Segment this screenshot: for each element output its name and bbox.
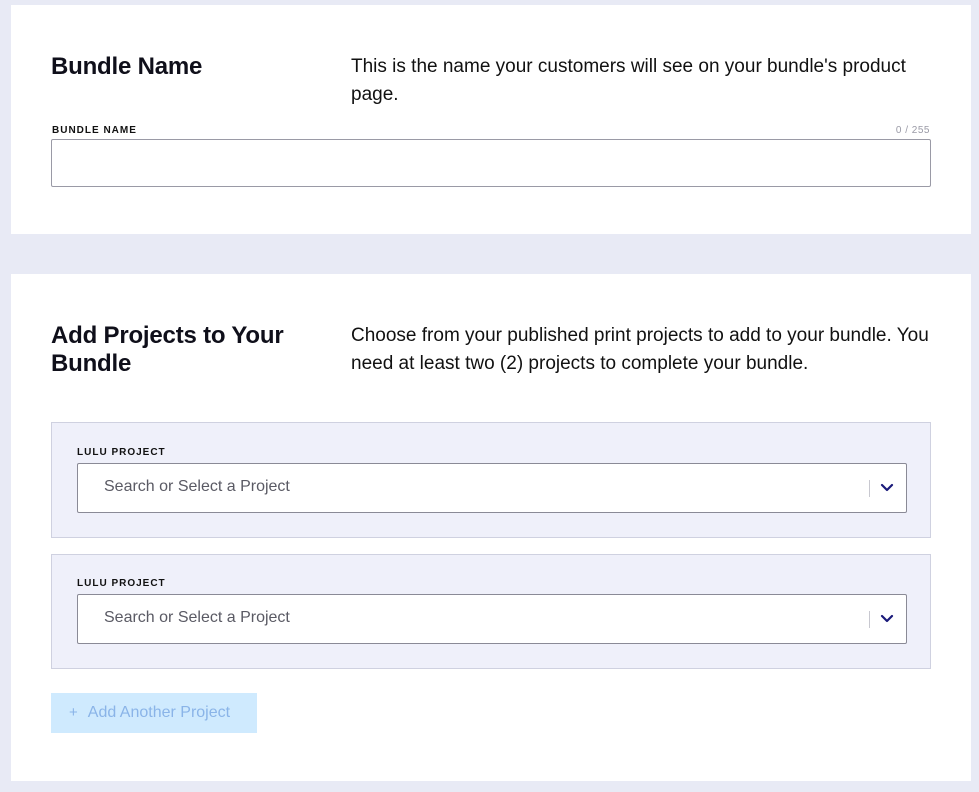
bundle-name-char-count: 0 / 255 bbox=[895, 125, 930, 136]
project-slot-2: LULU PROJECT Search or Select a Project bbox=[51, 554, 931, 669]
bundle-name-description: This is the name your customers will see… bbox=[351, 56, 906, 105]
select-separator bbox=[869, 611, 870, 628]
bundle-name-title: Bundle Name bbox=[51, 53, 203, 80]
add-another-project-button[interactable]: + Add Another Project bbox=[51, 693, 257, 733]
bundle-name-field-label: BUNDLE NAME bbox=[52, 125, 137, 136]
project-select-placeholder: Search or Select a Project bbox=[104, 609, 290, 626]
bundle-name-input[interactable] bbox=[51, 139, 931, 187]
project-select-2[interactable]: Search or Select a Project bbox=[77, 594, 907, 644]
project-field-label: LULU PROJECT bbox=[77, 447, 166, 458]
plus-icon: + bbox=[69, 704, 78, 721]
add-projects-description: Choose from your published print project… bbox=[351, 325, 929, 374]
add-another-project-label: Add Another Project bbox=[87, 704, 231, 721]
project-select-1[interactable]: Search or Select a Project bbox=[77, 463, 907, 513]
project-field-label: LULU PROJECT bbox=[77, 578, 166, 589]
add-projects-card: Add Projects to Your Bundle Choose from … bbox=[11, 274, 971, 781]
bundle-name-card: Bundle Name This is the name your custom… bbox=[11, 5, 971, 234]
chevron-down-icon[interactable] bbox=[876, 477, 898, 499]
add-projects-title: Add Projects to Your Bundle bbox=[51, 322, 284, 377]
chevron-down-icon[interactable] bbox=[876, 608, 898, 630]
project-slot-1: LULU PROJECT Search or Select a Project bbox=[51, 422, 931, 538]
select-separator bbox=[869, 480, 870, 497]
project-select-placeholder: Search or Select a Project bbox=[104, 478, 290, 495]
